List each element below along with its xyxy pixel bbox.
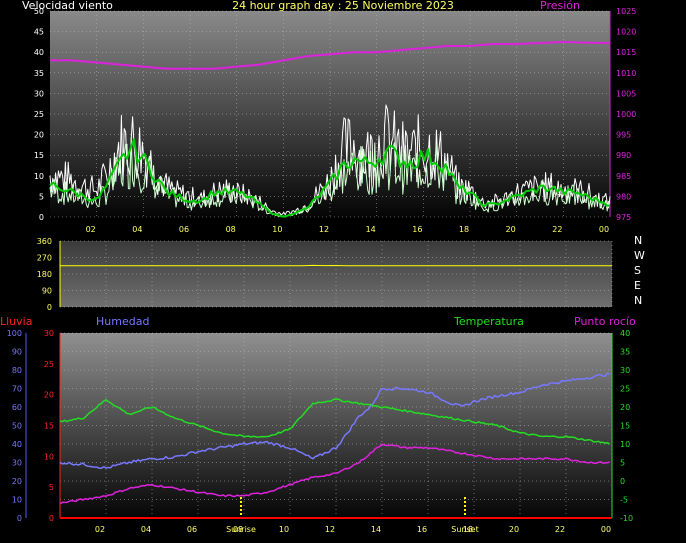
climate-xtick-16: 16 bbox=[417, 525, 427, 534]
humidity-tick-80: 80 bbox=[12, 366, 22, 375]
climate-xtick-14: 14 bbox=[371, 525, 381, 534]
pressure-label: Presión bbox=[540, 0, 580, 12]
humidity-label: Humedad bbox=[96, 315, 149, 328]
wind-xtick-22: 22 bbox=[552, 225, 562, 234]
climate-xtick-20: 20 bbox=[509, 525, 519, 534]
temp-tick-5: 5 bbox=[620, 459, 625, 468]
sunrise-label: Sunrise bbox=[226, 525, 256, 534]
temp-tick--5: -5 bbox=[620, 496, 628, 505]
compass-letter-n2: N bbox=[634, 294, 642, 307]
humidity-tick-100: 100 bbox=[7, 329, 22, 338]
rain-tick-30: 30 bbox=[44, 329, 54, 338]
wind-xtick-16: 16 bbox=[412, 225, 422, 234]
sunset-label: Sunset bbox=[451, 525, 478, 534]
dewpoint-label: Punto rocío bbox=[574, 315, 636, 328]
wind-xtick-20: 20 bbox=[506, 225, 516, 234]
wind-xtick-06: 06 bbox=[179, 225, 189, 234]
pressure-tick-990: 990 bbox=[616, 151, 631, 160]
wind-tick-35: 35 bbox=[34, 69, 44, 78]
wind-tick-15: 15 bbox=[34, 151, 44, 160]
weather-chart: 0510152025303540455097598098599099510001… bbox=[0, 0, 645, 534]
dir-tick-90: 90 bbox=[42, 287, 52, 296]
temperature-label: Temperatura bbox=[453, 315, 524, 328]
wind-xtick-12: 12 bbox=[319, 225, 329, 234]
climate-xtick-00: 00 bbox=[601, 525, 611, 534]
humidity-tick-10: 10 bbox=[12, 496, 22, 505]
wind-xtick-18: 18 bbox=[459, 225, 469, 234]
compass-letter-n1: N bbox=[634, 234, 642, 247]
temp-tick-10: 10 bbox=[620, 440, 630, 449]
wind-xtick-02: 02 bbox=[86, 225, 96, 234]
wind-tick-5: 5 bbox=[39, 192, 44, 201]
humidity-tick-60: 60 bbox=[12, 403, 22, 412]
pressure-tick-1015: 1015 bbox=[616, 48, 636, 57]
humidity-tick-40: 40 bbox=[12, 440, 22, 449]
temp-tick-0: 0 bbox=[620, 477, 625, 486]
rain-label: Lluvia bbox=[0, 315, 32, 328]
pressure-tick-1010: 1010 bbox=[616, 69, 636, 78]
rain-tick-5: 5 bbox=[49, 483, 54, 492]
humidity-tick-30: 30 bbox=[12, 459, 22, 468]
pressure-tick-1005: 1005 bbox=[616, 89, 636, 98]
pressure-tick-1020: 1020 bbox=[616, 28, 636, 37]
compass-letter-e: E bbox=[634, 279, 641, 292]
wind-tick-30: 30 bbox=[34, 89, 44, 98]
wind-speed-label: Velocidad viento bbox=[22, 0, 113, 12]
pressure-tick-985: 985 bbox=[616, 172, 631, 181]
humidity-tick-20: 20 bbox=[12, 477, 22, 486]
climate-xtick-02: 02 bbox=[95, 525, 105, 534]
compass-letter-w: W bbox=[634, 249, 645, 262]
dir-tick-0: 0 bbox=[47, 303, 52, 312]
temp-tick-40: 40 bbox=[620, 329, 630, 338]
pressure-tick-1000: 1000 bbox=[616, 110, 636, 119]
pressure-tick-980: 980 bbox=[616, 192, 631, 201]
climate-xtick-10: 10 bbox=[279, 525, 289, 534]
rain-tick-15: 15 bbox=[44, 422, 54, 431]
chart-title: 24 hour graph day : 25 Noviembre 2023 bbox=[232, 0, 454, 12]
wind-tick-20: 20 bbox=[34, 131, 44, 140]
temp-tick--10: -10 bbox=[620, 514, 633, 523]
wind-xtick-00: 00 bbox=[599, 225, 609, 234]
dir-tick-360: 360 bbox=[37, 237, 52, 246]
wind-xtick-08: 08 bbox=[226, 225, 236, 234]
wind-tick-40: 40 bbox=[34, 48, 44, 57]
compass-letter-s: S bbox=[634, 264, 641, 277]
climate-xtick-06: 06 bbox=[187, 525, 197, 534]
humidity-tick-90: 90 bbox=[12, 348, 22, 357]
rain-tick-20: 20 bbox=[44, 391, 54, 400]
rain-tick-0: 0 bbox=[49, 514, 54, 523]
dir-tick-180: 180 bbox=[37, 270, 52, 279]
temp-tick-25: 25 bbox=[620, 385, 630, 394]
wind-tick-45: 45 bbox=[34, 28, 44, 37]
dir-tick-270: 270 bbox=[37, 254, 52, 263]
rain-tick-25: 25 bbox=[44, 360, 54, 369]
temp-tick-35: 35 bbox=[620, 348, 630, 357]
wind-tick-25: 25 bbox=[34, 110, 44, 119]
wind-xtick-14: 14 bbox=[366, 225, 376, 234]
climate-xtick-04: 04 bbox=[141, 525, 151, 534]
wind-tick-10: 10 bbox=[34, 172, 44, 181]
pressure-tick-975: 975 bbox=[616, 213, 631, 222]
humidity-tick-70: 70 bbox=[12, 385, 22, 394]
pressure-tick-995: 995 bbox=[616, 131, 631, 140]
climate-xtick-22: 22 bbox=[555, 525, 565, 534]
humidity-tick-50: 50 bbox=[12, 422, 22, 431]
rain-tick-10: 10 bbox=[44, 452, 54, 461]
climate-xtick-12: 12 bbox=[325, 525, 335, 534]
temp-tick-30: 30 bbox=[620, 366, 630, 375]
pressure-tick-1025: 1025 bbox=[616, 7, 636, 16]
temp-tick-15: 15 bbox=[620, 422, 630, 431]
wind-xtick-04: 04 bbox=[132, 225, 142, 234]
wind-tick-0: 0 bbox=[39, 213, 44, 222]
humidity-tick-0: 0 bbox=[17, 514, 22, 523]
temp-tick-20: 20 bbox=[620, 403, 630, 412]
wind-xtick-10: 10 bbox=[272, 225, 282, 234]
